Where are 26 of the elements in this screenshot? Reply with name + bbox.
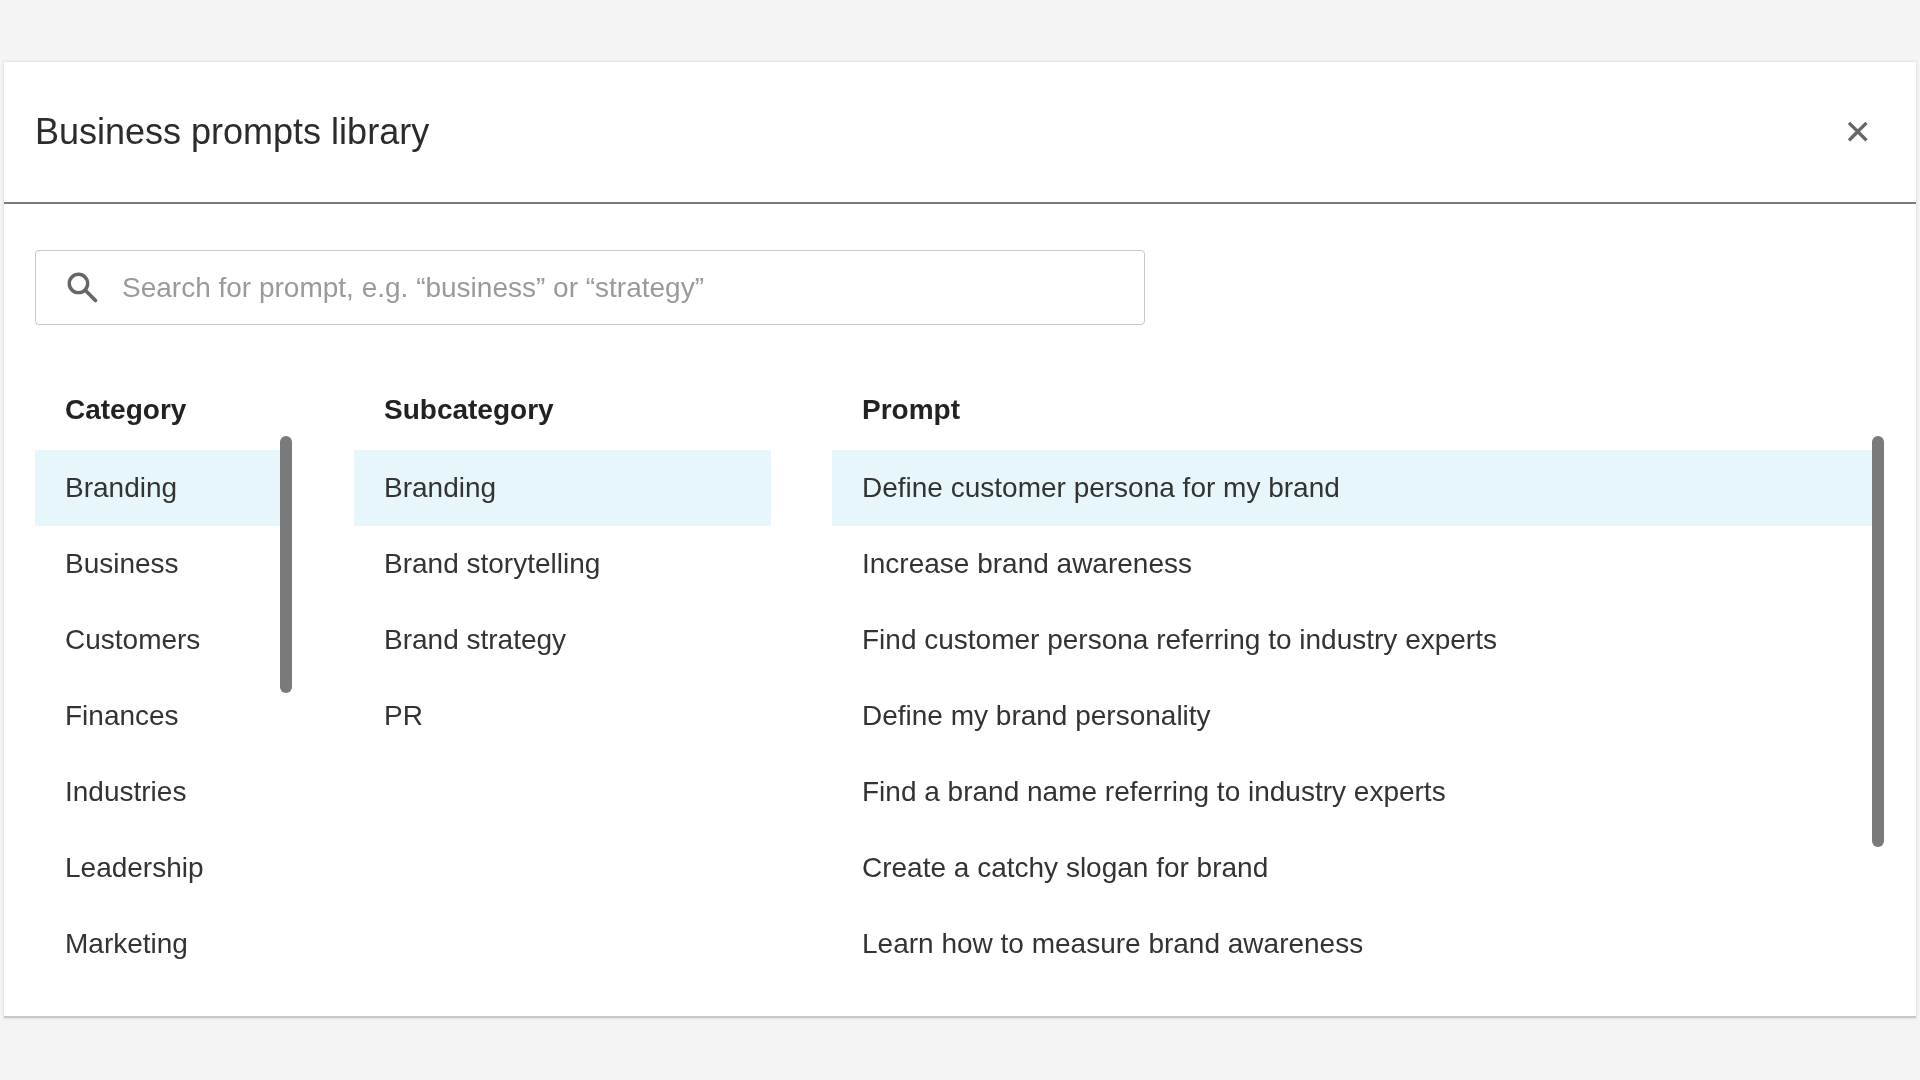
column-heading: Subcategory: [383, 393, 554, 427]
column-heading: Prompt: [861, 393, 960, 427]
list-item[interactable]: Marketing: [35, 906, 280, 966]
list-item[interactable]: Define my brand personality: [832, 678, 1872, 754]
list-item[interactable]: Business: [35, 526, 280, 602]
list-item[interactable]: Branding: [354, 450, 771, 526]
list-item[interactable]: Brand storytelling: [354, 526, 771, 602]
close-button[interactable]: ✕: [1835, 108, 1880, 156]
scrollbar-thumb[interactable]: [280, 436, 292, 693]
list-item[interactable]: Finances: [35, 678, 280, 754]
list-item[interactable]: Create a catchy slogan for brand: [832, 830, 1872, 906]
list-item[interactable]: Find a brand name referring to industry experts: [832, 754, 1872, 830]
search-field[interactable]: Search for prompt, e.g. “business” or “strategy”: [35, 250, 1145, 325]
column-heading: Category: [64, 393, 187, 427]
list-item[interactable]: Branding: [35, 450, 280, 526]
list-item[interactable]: Increase brand awareness: [832, 526, 1872, 602]
list-item[interactable]: Industries: [35, 754, 280, 830]
list-item[interactable]: Brand strategy: [354, 602, 771, 678]
list-item[interactable]: PR: [354, 678, 771, 754]
scrollbar-thumb[interactable]: [1872, 436, 1884, 847]
list-item[interactable]: Customers: [35, 602, 280, 678]
list-item[interactable]: Define customer persona for my brand: [832, 450, 1872, 526]
dialog-title: Business prompts library: [35, 111, 430, 153]
list-item[interactable]: Leadership: [35, 830, 280, 906]
list-item[interactable]: Learn how to measure brand awareness: [832, 906, 1872, 966]
list-item[interactable]: Find customer persona referring to industry experts: [832, 602, 1872, 678]
